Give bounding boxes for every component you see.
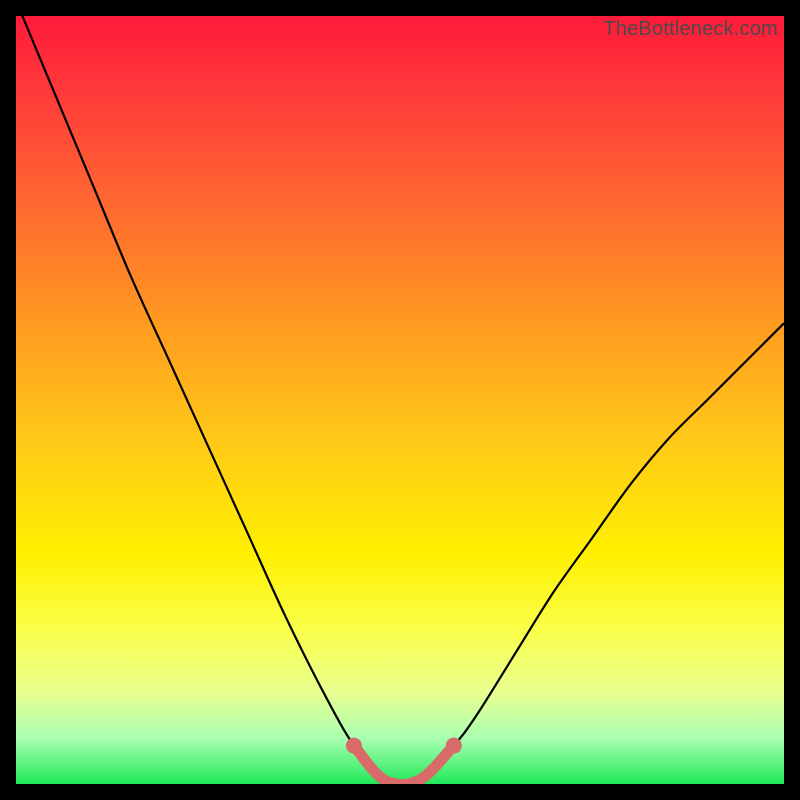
curve-layer [16,16,784,784]
optimal-flat-segment [354,746,454,784]
plot-area: TheBottleneck.com [16,16,784,784]
chart-frame: TheBottleneck.com [0,0,800,800]
optimal-marker-left [346,738,362,754]
bottleneck-curve [16,16,784,784]
optimal-marker-right [446,738,462,754]
